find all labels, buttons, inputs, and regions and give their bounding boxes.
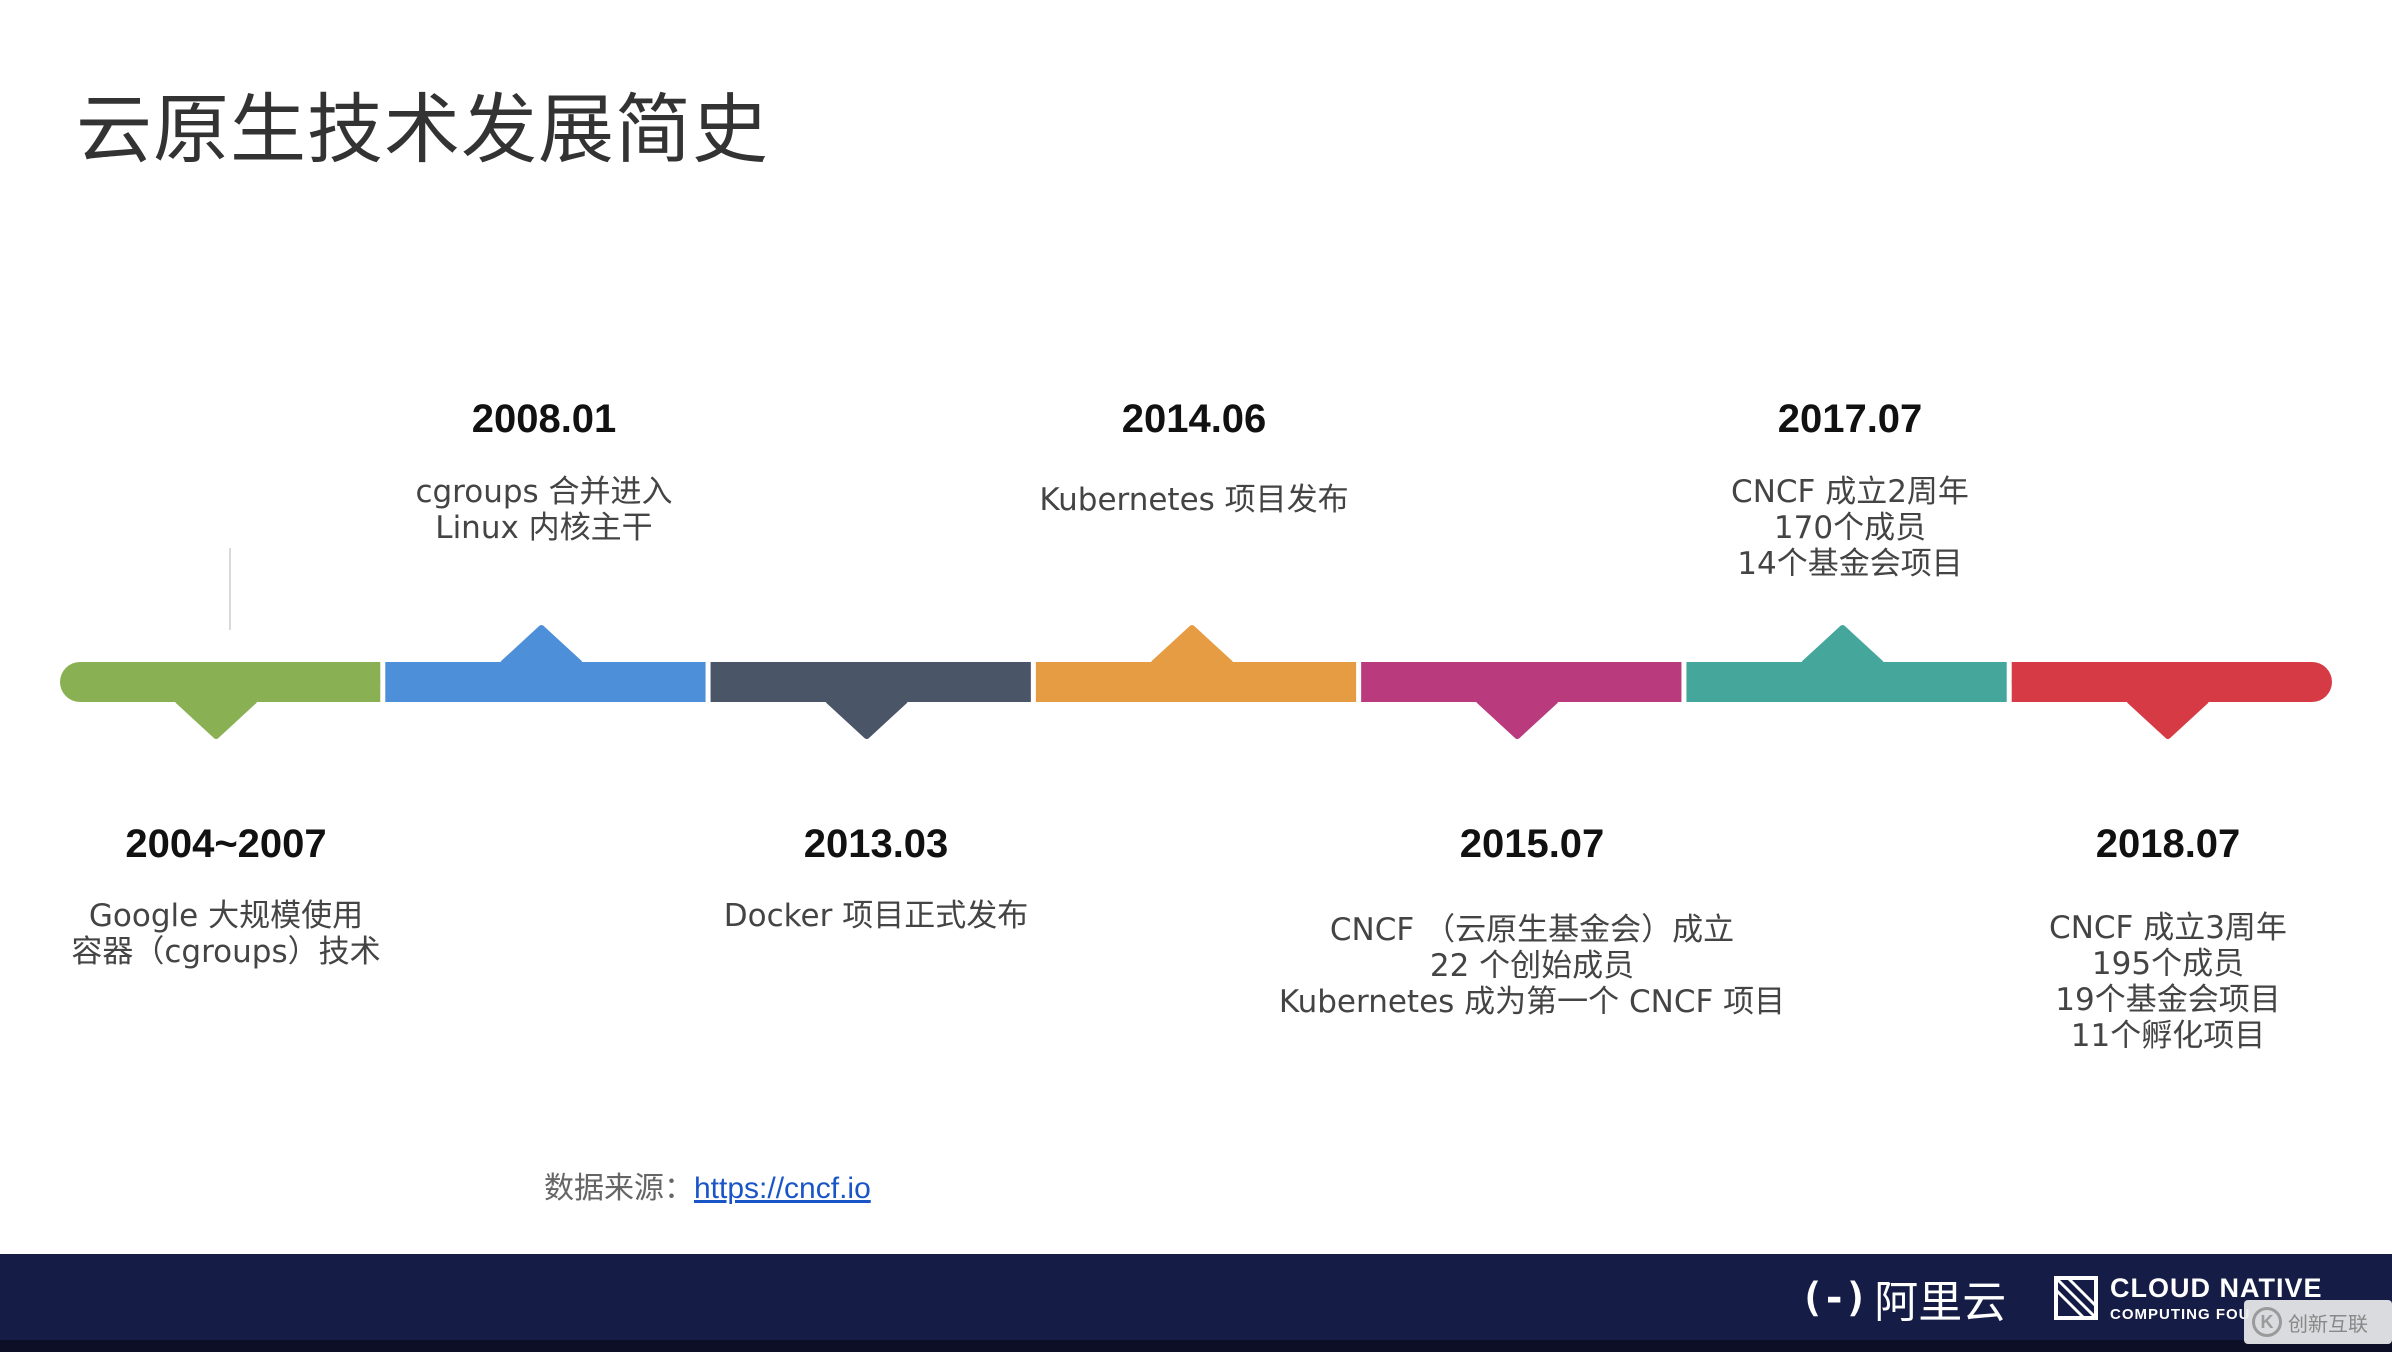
data-source: 数据来源：https://cncf.io	[544, 1163, 871, 1207]
milestone-date-2015-07: 2015.07	[1459, 822, 1605, 866]
timeline-pointer-2014-06	[1151, 625, 1233, 666]
milestone-desc-2013-03: Docker 项目正式发布	[723, 898, 1029, 934]
milestone-date-2013-03: 2013.03	[803, 822, 949, 866]
page-title: 云原生技术发展简史	[76, 85, 769, 174]
cncf-logo-line1: CLOUD NATIVE	[2110, 1272, 2323, 1303]
watermark-badge: K 创新互联	[2244, 1300, 2392, 1344]
cncf-logo-icon	[2054, 1276, 2098, 1320]
timeline-pointer-2013-03	[825, 698, 908, 739]
footer-bottom-strip	[0, 1340, 2392, 1352]
aliyun-mark-icon: (-)	[1800, 1275, 1868, 1321]
milestone-desc-2015-07: CNCF （云原生基金会）成立 22 个创始成员 Kubernetes 成为第一…	[1278, 912, 1786, 1020]
timeline-pointer-2008-01	[500, 625, 583, 666]
milestone-date-2017-07: 2017.07	[1777, 397, 1923, 441]
data-source-link[interactable]: https://cncf.io	[694, 1172, 871, 1205]
timeline-segment-2004-2007	[60, 662, 381, 739]
timeline-segment-2014-06	[1035, 625, 1357, 702]
timeline-segment-2013-03	[710, 662, 1031, 739]
timeline-segment-2018-07	[2011, 662, 2332, 739]
watermark-text: 创新互联	[2288, 1311, 2368, 1336]
timeline-pointer-2004-2007	[175, 698, 258, 739]
milestone-desc-2004-2007: Google 大规模使用 容器（cgroups）技术	[71, 898, 381, 970]
milestone-desc-2017-07: CNCF 成立2周年 170个成员 14个基金会项目	[1731, 474, 1969, 582]
timeline-bar	[60, 625, 2332, 739]
aliyun-logo-text: 阿里云	[1874, 1277, 2007, 1328]
timeline-pointer-2015-07	[1476, 698, 1559, 739]
milestone-date-2014-06: 2014.06	[1121, 397, 1267, 441]
timeline-segment-2015-07	[1361, 662, 1682, 739]
milestone-date-2018-07: 2018.07	[2095, 822, 2241, 866]
timeline-pointer-2018-07	[2126, 698, 2209, 739]
timeline-segment-2008-01	[385, 625, 706, 702]
milestone-desc-2014-06: Kubernetes 项目发布	[1039, 482, 1349, 518]
milestone-desc-2008-01: cgroups 合并进入 Linux 内核主干	[415, 474, 673, 546]
watermark-icon: K	[2252, 1307, 2282, 1337]
footer-bar	[0, 1254, 2392, 1352]
milestone-desc-2018-07: CNCF 成立3周年 195个成员 19个基金会项目 11个孵化项目	[2049, 910, 2287, 1054]
data-source-label: 数据来源：	[544, 1171, 694, 1206]
milestone-date-2008-01: 2008.01	[471, 397, 617, 441]
milestone-date-2004-2007: 2004~2007	[125, 822, 327, 866]
aliyun-logo: (-) 阿里云	[1800, 1268, 2006, 1328]
timeline-pointer-2017-07	[1801, 625, 1884, 666]
timeline-segment-2017-07	[1686, 625, 2007, 702]
